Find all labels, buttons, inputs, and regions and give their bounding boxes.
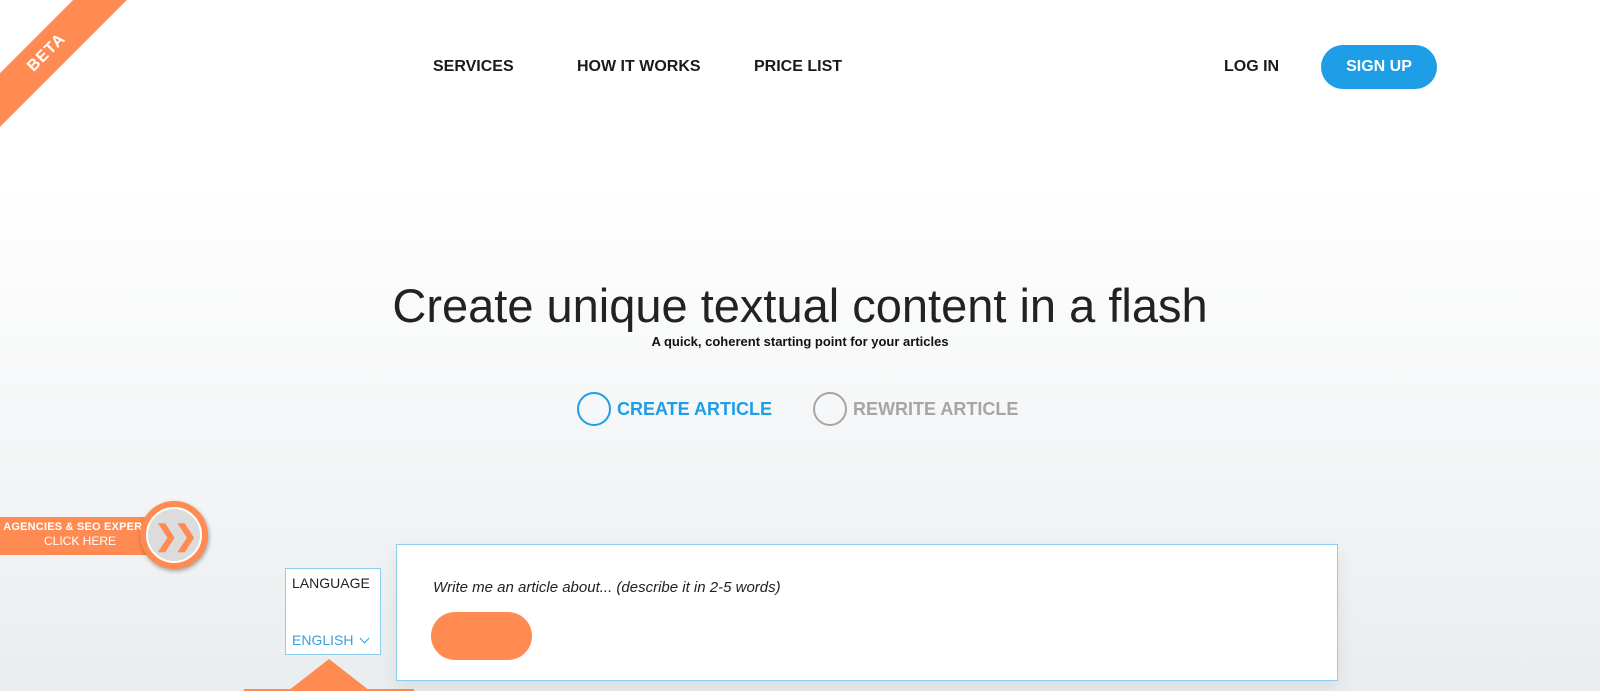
language-selector[interactable]: LANGUAGE ENGLISH: [285, 568, 381, 655]
login-link[interactable]: LOG IN: [1224, 58, 1279, 76]
agencies-title: AGENCIES & SEO EXPERTS: [3, 521, 157, 533]
double-chevron-right-icon: ❯❯: [146, 507, 202, 563]
article-form-card: [396, 544, 1338, 681]
mode-create-article[interactable]: CREATE ARTICLE: [577, 392, 772, 426]
orange-pointer-tab: [244, 659, 414, 691]
chevron-down-icon: [360, 633, 370, 643]
language-value: ENGLISH: [292, 632, 354, 648]
nav-services[interactable]: SERVICES: [433, 58, 514, 76]
mode-rewrite-article[interactable]: REWRITE ARTICLE: [813, 392, 1018, 426]
beta-ribbon: BETA: [0, 0, 128, 130]
page-title: Create unique textual content in a flash: [392, 279, 1208, 332]
agencies-arrow-button[interactable]: ❯❯: [140, 501, 208, 569]
agencies-label[interactable]: AGENCIES & SEO EXPERTS CLICK HERE: [0, 517, 160, 555]
nav-how-it-works[interactable]: HOW IT WORKS: [577, 58, 701, 76]
agencies-cta: CLICK HERE: [43, 534, 117, 548]
mode-rewrite-label: REWRITE ARTICLE: [853, 398, 1019, 419]
page-subtitle: A quick, coherent starting point for you…: [651, 334, 949, 349]
beta-ribbon-container: BETA: [0, 0, 130, 130]
generate-button[interactable]: [431, 612, 532, 660]
radio-circle-icon[interactable]: [577, 392, 611, 426]
language-dropdown[interactable]: ENGLISH: [292, 632, 370, 648]
signup-button[interactable]: SIGN UP: [1321, 45, 1437, 89]
article-topic-input[interactable]: [433, 575, 1293, 599]
nav-price-list[interactable]: PRICE LIST: [754, 58, 842, 76]
mode-create-label: CREATE ARTICLE: [617, 398, 772, 419]
radio-circle-icon[interactable]: [813, 392, 847, 426]
language-label: LANGUAGE: [292, 575, 370, 591]
agencies-seo-badge[interactable]: AGENCIES & SEO EXPERTS CLICK HERE ❯❯: [0, 500, 210, 575]
